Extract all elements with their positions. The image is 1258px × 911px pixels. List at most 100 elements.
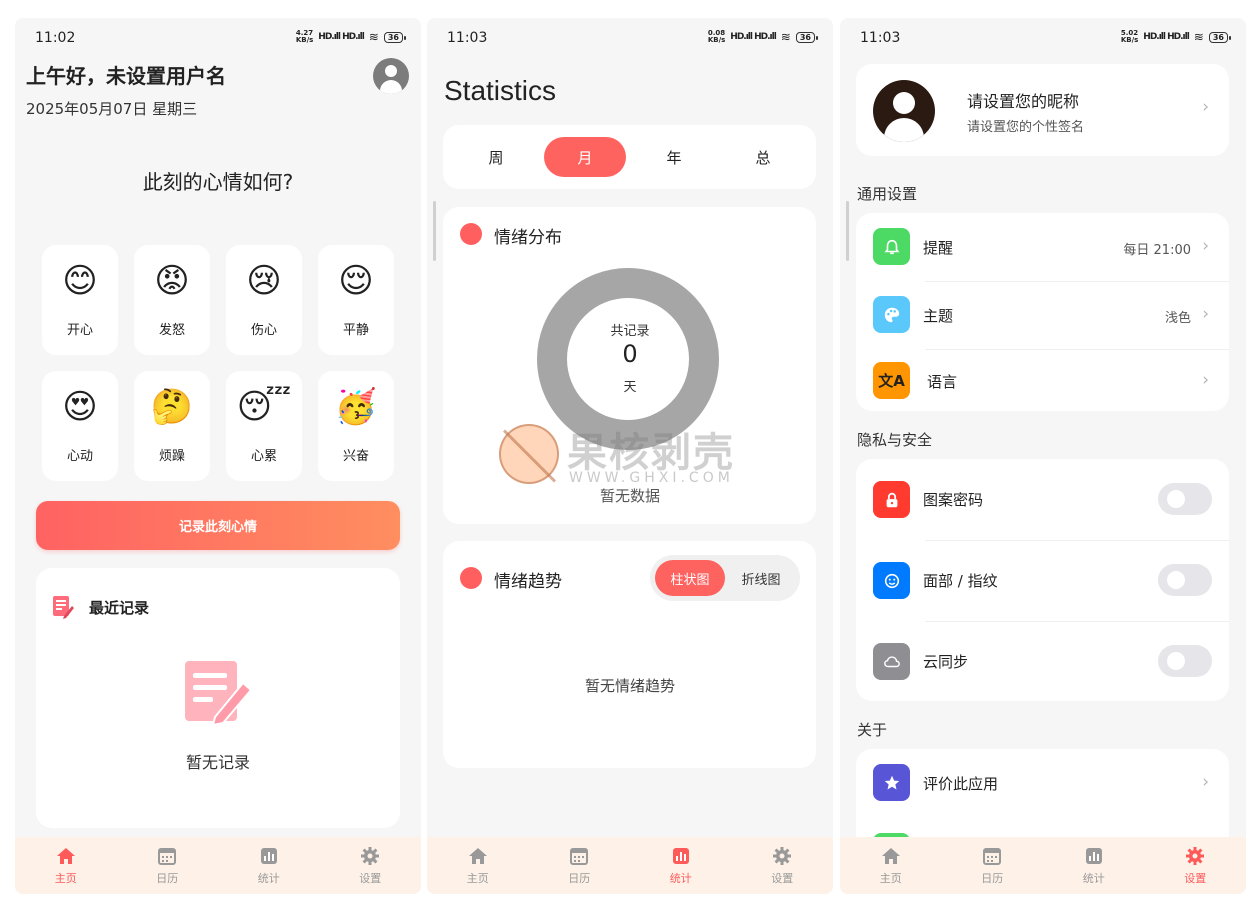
status-time: 11:03	[447, 30, 488, 46]
theme-row[interactable]: 主题 浅色 ›	[856, 282, 1229, 349]
tab-calendar[interactable]: 日历	[529, 837, 631, 894]
mood-calm[interactable]: 😌 平静	[318, 245, 394, 355]
mood-question: 此刻的心情如何?	[142, 170, 294, 194]
home-icon	[56, 847, 75, 864]
period-month[interactable]: 月	[544, 137, 626, 177]
mood-irritated[interactable]: 🤔 烦躁	[134, 371, 210, 481]
note-icon	[53, 596, 74, 619]
avatar-icon[interactable]	[873, 80, 935, 142]
tab-statistics[interactable]: 统计	[1043, 837, 1145, 894]
tab-home[interactable]: 主页	[15, 837, 117, 894]
record-mood-button[interactable]: 记录此刻心情	[36, 501, 400, 550]
period-total[interactable]: 总	[722, 137, 804, 177]
period-selector: 周 月 年 总	[443, 125, 816, 189]
reminder-label: 提醒	[923, 239, 954, 257]
empty-note-icon	[185, 661, 253, 725]
tab-label: 统计	[257, 871, 280, 885]
tab-label: 设置	[771, 871, 794, 885]
avatar-icon[interactable]	[373, 58, 409, 94]
pattern-lock-toggle[interactable]	[1158, 483, 1212, 515]
network-speed: 4.27 KB/s	[295, 29, 314, 44]
wifi-icon: ≋	[780, 30, 791, 44]
nickname: 请设置您的昵称	[967, 92, 1080, 111]
mood-happy[interactable]: 😊 开心	[42, 245, 118, 355]
wifi-icon: ≋	[1193, 30, 1204, 44]
bar-chart-option[interactable]: 柱状图	[655, 560, 725, 596]
language-label: 语言	[927, 373, 958, 391]
chevron-right-icon: ›	[1202, 97, 1209, 117]
sad-emoji-icon: 😢	[246, 261, 282, 301]
mood-angry[interactable]: 😡 发怒	[134, 245, 210, 355]
status-time: 11:02	[35, 30, 76, 46]
tab-settings[interactable]: 设置	[1145, 837, 1247, 894]
reminder-row[interactable]: 提醒 每日 21:00 ›	[856, 213, 1229, 281]
battery-icon: 36	[383, 31, 407, 43]
love-emoji-icon: 😍	[62, 387, 98, 427]
tab-home[interactable]: 主页	[840, 837, 942, 894]
happy-emoji-icon: 😊	[62, 261, 98, 301]
battery-icon: 36	[1208, 31, 1232, 43]
mood-label: 伤心	[250, 323, 277, 338]
tab-label: 设置	[359, 871, 382, 885]
biometric-toggle[interactable]	[1158, 564, 1212, 596]
network-speed: 0.08 KB/s	[707, 29, 726, 44]
no-trend-text: 暂无情绪趋势	[584, 677, 675, 695]
signal-icon: HD.ıll HD.ıll	[318, 32, 364, 42]
mood-sad[interactable]: 😢 伤心	[226, 245, 302, 355]
tab-label: 统计	[1082, 871, 1105, 885]
general-settings-group: 提醒 每日 21:00 › 主题 浅色 › 文A 语言 ›	[856, 213, 1229, 411]
face-icon	[873, 562, 910, 599]
tab-label: 日历	[981, 871, 1004, 885]
cloud-sync-row: 云同步	[856, 622, 1229, 701]
bell-icon	[873, 228, 910, 265]
status-bar: 11:02 4.27 KB/s HD.ıll HD.ıll ≋ 36	[35, 29, 407, 46]
line-chart-option[interactable]: 折线图	[726, 560, 796, 596]
cloud-sync-toggle[interactable]	[1158, 645, 1212, 677]
theme-value: 浅色	[1164, 311, 1191, 326]
privacy-group: 图案密码 面部 / 指纹 云同步	[856, 459, 1229, 701]
chart-type-toggle: 柱状图 折线图	[650, 555, 800, 601]
pattern-lock-row: 图案密码	[856, 459, 1229, 540]
tab-label: 主页	[879, 871, 902, 885]
scrollbar[interactable]	[846, 201, 849, 261]
period-year[interactable]: 年	[633, 137, 715, 177]
cloud-icon	[873, 643, 910, 680]
rate-app-label: 评价此应用	[923, 775, 999, 793]
mood-love[interactable]: 😍 心动	[42, 371, 118, 481]
reminder-value: 每日 21:00	[1123, 243, 1191, 258]
mood-excited[interactable]: 🥳 兴奋	[318, 371, 394, 481]
gear-icon	[1186, 846, 1205, 865]
lock-icon	[873, 481, 910, 518]
biometric-row: 面部 / 指纹	[856, 541, 1229, 621]
chart-icon	[672, 847, 689, 864]
tab-settings[interactable]: 设置	[732, 837, 834, 894]
tab-statistics[interactable]: 统计	[630, 837, 732, 894]
tab-home[interactable]: 主页	[427, 837, 529, 894]
translate-icon: 文A	[873, 362, 910, 399]
current-date: 2025年05月07日 星期三	[26, 100, 198, 118]
thinking-emoji-icon: 🤔	[150, 387, 194, 427]
empty-records-text: 暂无记录	[185, 753, 250, 772]
profile-card[interactable]: 请设置您的昵称 请设置您的个性签名 ›	[856, 64, 1229, 156]
calm-emoji-icon: 😌	[338, 261, 374, 301]
chevron-right-icon: ›	[1202, 236, 1209, 256]
tab-calendar[interactable]: 日历	[942, 837, 1044, 894]
no-data-text: 暂无数据	[599, 487, 660, 505]
mood-label: 兴奋	[342, 449, 369, 464]
mood-tired[interactable]: 😴 心累	[226, 371, 302, 481]
total-label: 共记录	[610, 324, 650, 339]
gear-icon	[773, 846, 792, 865]
about-title: 关于	[857, 721, 888, 739]
scrollbar[interactable]	[433, 201, 436, 261]
gear-icon	[361, 846, 380, 865]
language-row[interactable]: 文A 语言 ›	[856, 350, 1229, 411]
mood-label: 平静	[342, 323, 369, 338]
period-week[interactable]: 周	[455, 137, 537, 177]
tab-calendar[interactable]: 日历	[117, 837, 219, 894]
tab-statistics[interactable]: 统计	[218, 837, 320, 894]
home-icon	[468, 847, 487, 864]
rate-app-row[interactable]: 评价此应用 ›	[856, 749, 1229, 817]
tab-settings[interactable]: 设置	[320, 837, 422, 894]
chevron-right-icon: ›	[1202, 304, 1209, 324]
chart-icon	[1085, 847, 1102, 864]
